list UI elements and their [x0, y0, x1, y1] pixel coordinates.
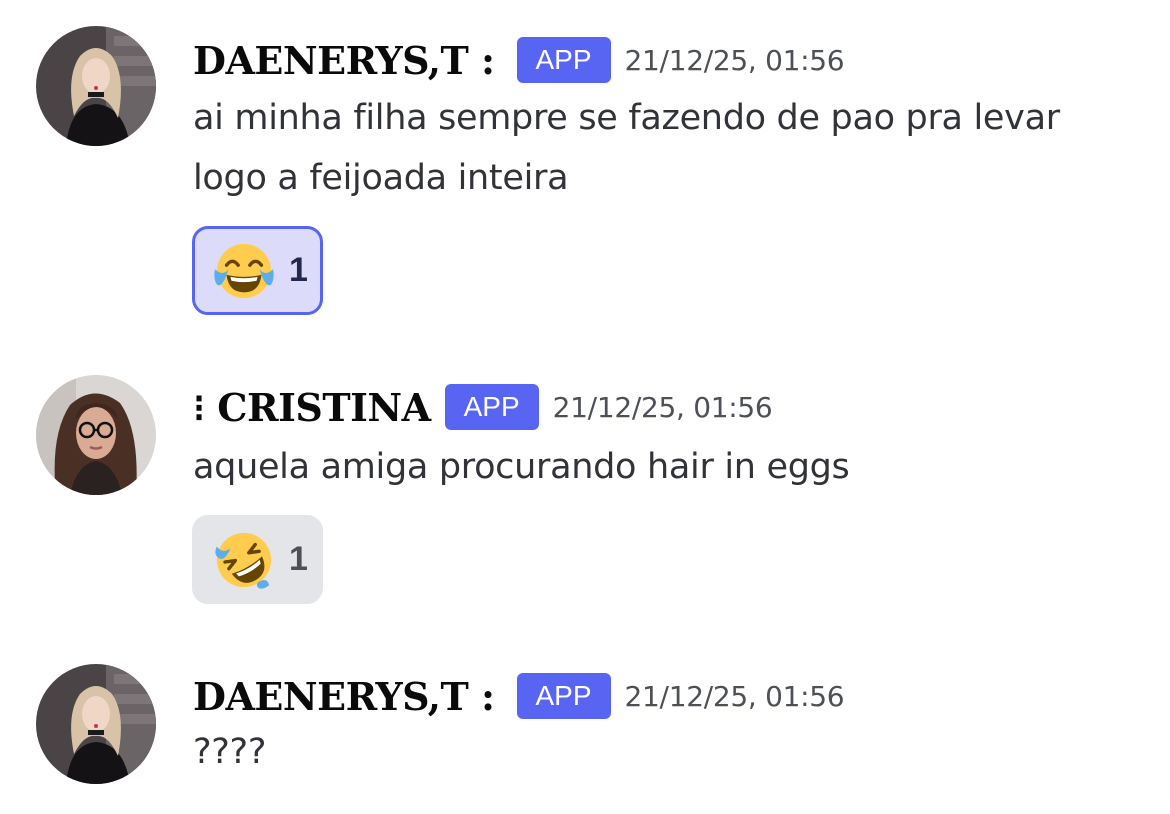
timestamp[interactable]: 21/12/25, 01:56 [625, 44, 845, 77]
username[interactable]: DAENERYS,T : [193, 38, 495, 83]
message-text: ???? [193, 722, 266, 782]
message-text: aquela amiga procurando hair in eggs [193, 437, 850, 497]
rofl-face-icon [215, 532, 272, 589]
message-text: ai minha filha sempre se fazendo de pao … [193, 88, 1060, 208]
message-line: aquela amiga procurando hair in eggs [193, 447, 850, 487]
app-badge: APP [516, 673, 611, 719]
reaction-joy[interactable]: 1 [192, 226, 323, 315]
avatar-daenerys[interactable] [36, 664, 156, 784]
reaction-count: 1 [289, 540, 308, 578]
timestamp[interactable]: 21/12/25, 01:56 [553, 391, 773, 424]
joy-face-icon [214, 243, 274, 298]
message-header: DAENERYS,T : APP 21/12/25, 01:56 [193, 30, 845, 90]
reaction-rofl[interactable]: 1 [192, 515, 323, 604]
message-line: ???? [193, 732, 267, 772]
message-line: ai minha filha sempre se fazendo de pao … [193, 98, 1060, 138]
message-header: DAENERYS,T : APP 21/12/25, 01:56 [193, 666, 845, 726]
avatar-daenerys[interactable] [36, 26, 156, 146]
reaction-count: 1 [289, 251, 308, 289]
timestamp[interactable]: 21/12/25, 01:56 [625, 680, 845, 713]
username[interactable]: DAENERYS,T : [193, 674, 495, 719]
app-badge: APP [516, 37, 611, 83]
app-badge: APP [444, 384, 539, 430]
message-line: logo a feijoada inteira [193, 158, 569, 198]
avatar-cristina[interactable] [36, 375, 156, 495]
username[interactable]: ⁝ CRISTINA [193, 385, 431, 430]
message-header: ⁝ CRISTINA APP 21/12/25, 01:56 [193, 377, 773, 437]
